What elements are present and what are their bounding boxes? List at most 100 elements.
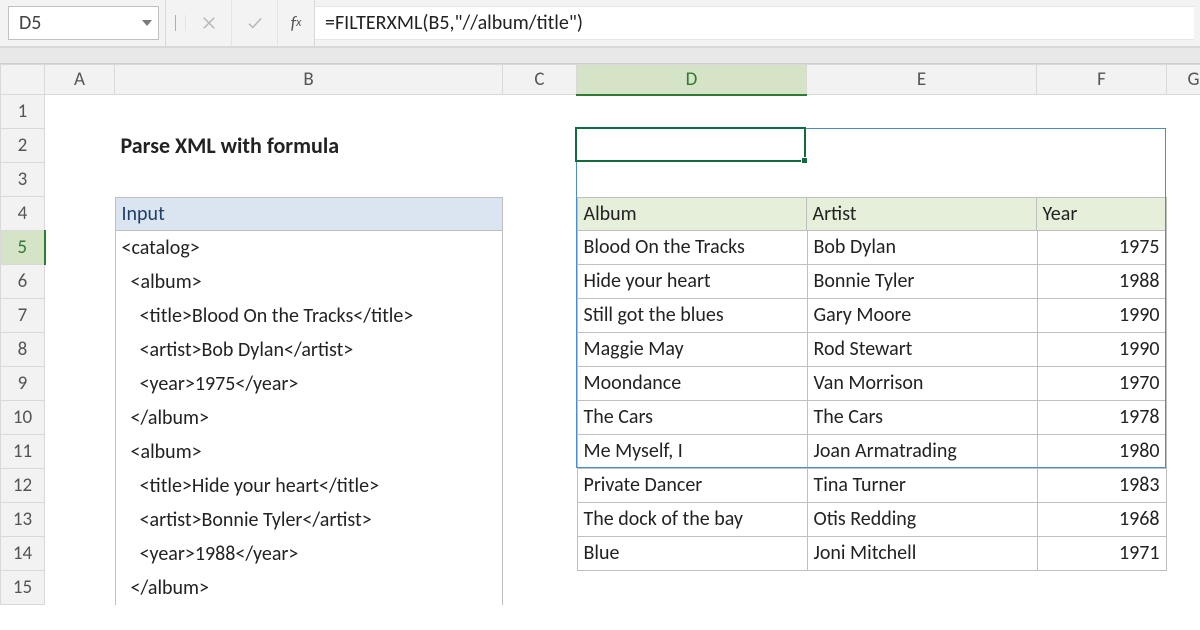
col-header-B[interactable]: B [115, 65, 503, 95]
cell-album[interactable]: Still got the blues [577, 299, 807, 333]
row-header[interactable]: 11 [1, 435, 45, 469]
cell-artist[interactable]: The Cars [807, 401, 1037, 435]
row: 2 Parse XML with formula [1, 129, 1200, 163]
input-line[interactable]: <album> [115, 265, 503, 299]
row-header[interactable]: 15 [1, 571, 45, 605]
cell-album[interactable]: Blood On the Tracks [577, 231, 807, 265]
grid[interactable]: A B C D E F G 1 2 Parse XML with formula… [0, 64, 1200, 605]
row-header[interactable]: 10 [1, 401, 45, 435]
input-line[interactable]: <album> [115, 435, 503, 469]
row-header[interactable]: 1 [1, 95, 45, 129]
cell-year[interactable]: 1970 [1037, 367, 1167, 401]
col-header-A[interactable]: A [45, 65, 115, 95]
row: 12 <title>Hide your heart</title> Privat… [1, 469, 1200, 503]
divider-icon [166, 15, 186, 31]
cell-year[interactable]: 1990 [1037, 299, 1167, 333]
input-line[interactable]: </album> [115, 401, 503, 435]
row: 3 [1, 163, 1200, 197]
cell-artist[interactable]: Otis Redding [807, 503, 1037, 537]
cell-album[interactable]: Maggie May [577, 333, 807, 367]
row-header[interactable]: 2 [1, 129, 45, 163]
row: 10 </album> The Cars The Cars 1978 [1, 401, 1200, 435]
name-box-wrap: D5 [0, 0, 166, 46]
cell-artist[interactable]: Rod Stewart [807, 333, 1037, 367]
row: 11 <album> Me Myself, I Joan Armatrading… [1, 435, 1200, 469]
formula-input[interactable]: =FILTERXML(B5,"//album/title") [315, 6, 1194, 40]
row-header[interactable]: 6 [1, 265, 45, 299]
col-header-G[interactable]: G [1167, 65, 1200, 95]
cell-year[interactable]: 1990 [1037, 333, 1167, 367]
input-line[interactable]: <title>Blood On the Tracks</title> [115, 299, 503, 333]
cell-year[interactable]: 1978 [1037, 401, 1167, 435]
cell-year[interactable]: 1988 [1037, 265, 1167, 299]
column-headers[interactable]: A B C D E F G [1, 65, 1200, 95]
cell-artist[interactable]: Gary Moore [807, 299, 1037, 333]
enter-icon[interactable] [232, 0, 278, 46]
row: 1 [1, 95, 1200, 129]
cell-album[interactable]: Private Dancer [577, 469, 807, 503]
output-header-album[interactable]: Album [577, 197, 807, 231]
fill-handle[interactable] [801, 157, 808, 164]
output-header-year[interactable]: Year [1037, 197, 1167, 231]
row-header[interactable]: 7 [1, 299, 45, 333]
col-header-F[interactable]: F [1037, 65, 1167, 95]
chevron-down-icon[interactable] [142, 20, 152, 26]
row: 13 <artist>Bonnie Tyler</artist> The doc… [1, 503, 1200, 537]
cell-year[interactable]: 1980 [1037, 435, 1167, 469]
cell-artist[interactable]: Bonnie Tyler [807, 265, 1037, 299]
fx-icon[interactable]: fx [278, 0, 314, 46]
input-header-cell[interactable]: Input [115, 197, 503, 231]
cancel-icon[interactable] [186, 0, 232, 46]
page-title: Parse XML with formula [115, 129, 503, 163]
cell-artist[interactable]: Joni Mitchell [807, 537, 1037, 571]
cell-artist[interactable]: Van Morrison [807, 367, 1037, 401]
row: 7 <title>Blood On the Tracks</title> Sti… [1, 299, 1200, 333]
input-line[interactable]: <catalog> [115, 231, 503, 265]
input-line[interactable]: <year>1975</year> [115, 367, 503, 401]
row-header[interactable]: 14 [1, 537, 45, 571]
cell-year[interactable]: 1968 [1037, 503, 1167, 537]
row: 4 Input Album Artist Year [1, 197, 1200, 231]
row: 8 <artist>Bob Dylan</artist> Maggie May … [1, 333, 1200, 367]
select-all-corner[interactable] [1, 65, 45, 95]
cell-album[interactable]: Moondance [577, 367, 807, 401]
worksheet[interactable]: A B C D E F G 1 2 Parse XML with formula… [0, 64, 1200, 605]
input-line[interactable]: <year>1988</year> [115, 537, 503, 571]
col-header-D[interactable]: D [577, 65, 807, 95]
cell-artist[interactable]: Tina Turner [807, 469, 1037, 503]
cell-album[interactable]: Me Myself, I [577, 435, 807, 469]
name-box-value: D5 [19, 11, 41, 35]
formula-bar: D5 fx =FILTERXML(B5,"//album/title") [0, 0, 1200, 48]
cell-album[interactable]: The Cars [577, 401, 807, 435]
cell-year[interactable]: 1975 [1037, 231, 1167, 265]
row-header[interactable]: 5 [1, 231, 45, 265]
formula-bar-buttons: fx [166, 0, 315, 46]
col-header-E[interactable]: E [807, 65, 1037, 95]
name-box[interactable]: D5 [8, 6, 159, 40]
row-header[interactable]: 9 [1, 367, 45, 401]
cell-year[interactable]: 1971 [1037, 537, 1167, 571]
input-line[interactable]: <title>Hide your heart</title> [115, 469, 503, 503]
col-header-C[interactable]: C [503, 65, 577, 95]
cell-album[interactable]: Blue [577, 537, 807, 571]
row: 6 <album> Hide your heart Bonnie Tyler 1… [1, 265, 1200, 299]
row-header[interactable]: 8 [1, 333, 45, 367]
row-header[interactable]: 3 [1, 163, 45, 197]
cell-artist[interactable]: Joan Armatrading [807, 435, 1037, 469]
row: 15 </album> [1, 571, 1200, 605]
row: 14 <year>1988</year> Blue Joni Mitchell … [1, 537, 1200, 571]
cell-artist[interactable]: Bob Dylan [807, 231, 1037, 265]
row: 9 <year>1975</year> Moondance Van Morris… [1, 367, 1200, 401]
row-header[interactable]: 13 [1, 503, 45, 537]
row: 5 <catalog> Blood On the Tracks Bob Dyla… [1, 231, 1200, 265]
input-line[interactable]: <artist>Bob Dylan</artist> [115, 333, 503, 367]
row-header[interactable]: 12 [1, 469, 45, 503]
row-header[interactable]: 4 [1, 197, 45, 231]
input-line[interactable]: <artist>Bonnie Tyler</artist> [115, 503, 503, 537]
header-separator [0, 48, 1200, 64]
output-header-artist[interactable]: Artist [807, 197, 1037, 231]
cell-album[interactable]: The dock of the bay [577, 503, 807, 537]
input-line[interactable]: </album> [115, 571, 503, 605]
cell-year[interactable]: 1983 [1037, 469, 1167, 503]
cell-album[interactable]: Hide your heart [577, 265, 807, 299]
